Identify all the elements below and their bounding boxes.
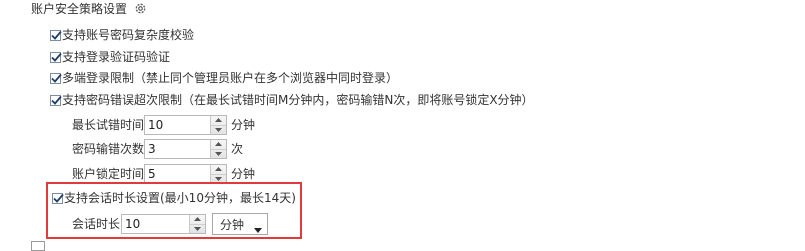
error-count-label: 密码输错次数 bbox=[72, 142, 145, 156]
option-label: 支持账号密码复杂度校验 bbox=[62, 28, 195, 42]
checkbox[interactable] bbox=[50, 72, 62, 84]
error-count-value[interactable]: 3 bbox=[145, 140, 210, 158]
session-unit-selected: 分钟 bbox=[220, 217, 245, 232]
option-label: 支持密码错误超次限制（在最长试错时间M分钟内，密码输错N次，即将账号锁定X分钟） bbox=[62, 93, 534, 107]
lock-time-value[interactable]: 5 bbox=[145, 165, 210, 183]
stepper-up-icon[interactable] bbox=[211, 116, 226, 125]
session-duration-label: 会话时长 bbox=[72, 217, 121, 231]
option-login-captcha[interactable]: 支持登录验证码验证 bbox=[50, 48, 170, 66]
option-session-duration[interactable]: 支持会话时长设置(最小10分钟，最长14天) bbox=[52, 189, 296, 207]
stepper-down-icon[interactable] bbox=[211, 124, 226, 135]
option-multi-login-limit[interactable]: 多端登录限制（禁止同个管理员账户在多个浏览器中同时登录） bbox=[50, 69, 398, 87]
stepper-down-icon[interactable] bbox=[190, 223, 205, 234]
checkbox[interactable] bbox=[31, 241, 45, 251]
checkbox[interactable] bbox=[50, 51, 62, 63]
max-retry-time-label: 最长试错时间 bbox=[72, 118, 145, 132]
stepper-up-icon[interactable] bbox=[211, 140, 226, 149]
chevron-down-icon bbox=[254, 222, 262, 236]
max-retry-time-unit: 分钟 bbox=[231, 118, 256, 132]
session-duration-value[interactable]: 10 bbox=[122, 215, 189, 233]
error-count-stepper[interactable]: 3 bbox=[144, 139, 227, 159]
session-duration-stepper[interactable]: 10 bbox=[121, 214, 206, 234]
gear-icon[interactable] bbox=[134, 2, 147, 15]
stepper-down-icon[interactable] bbox=[211, 148, 226, 159]
checkbox[interactable] bbox=[50, 94, 62, 106]
checkbox[interactable] bbox=[50, 29, 62, 41]
max-retry-time-stepper[interactable]: 10 bbox=[144, 115, 227, 135]
lock-time-stepper[interactable]: 5 bbox=[144, 164, 227, 184]
stepper-up-icon[interactable] bbox=[190, 215, 205, 224]
session-unit-select[interactable]: 分钟 bbox=[212, 213, 268, 235]
option-password-retry-limit[interactable]: 支持密码错误超次限制（在最长试错时间M分钟内，密码输错N次，即将账号锁定X分钟） bbox=[50, 91, 534, 109]
checkbox[interactable] bbox=[52, 192, 64, 204]
max-retry-time-value[interactable]: 10 bbox=[145, 116, 210, 134]
stepper-up-icon[interactable] bbox=[211, 165, 226, 174]
option-label: 多端登录限制（禁止同个管理员账户在多个浏览器中同时登录） bbox=[62, 71, 399, 85]
option-label: 支持会话时长设置(最小10分钟，最长14天) bbox=[64, 191, 296, 205]
error-count-unit: 次 bbox=[231, 142, 244, 156]
option-label: 支持登录验证码验证 bbox=[62, 50, 171, 64]
option-password-complexity[interactable]: 支持账号密码复杂度校验 bbox=[50, 26, 194, 44]
section-title: 账户安全策略设置 bbox=[31, 2, 128, 16]
